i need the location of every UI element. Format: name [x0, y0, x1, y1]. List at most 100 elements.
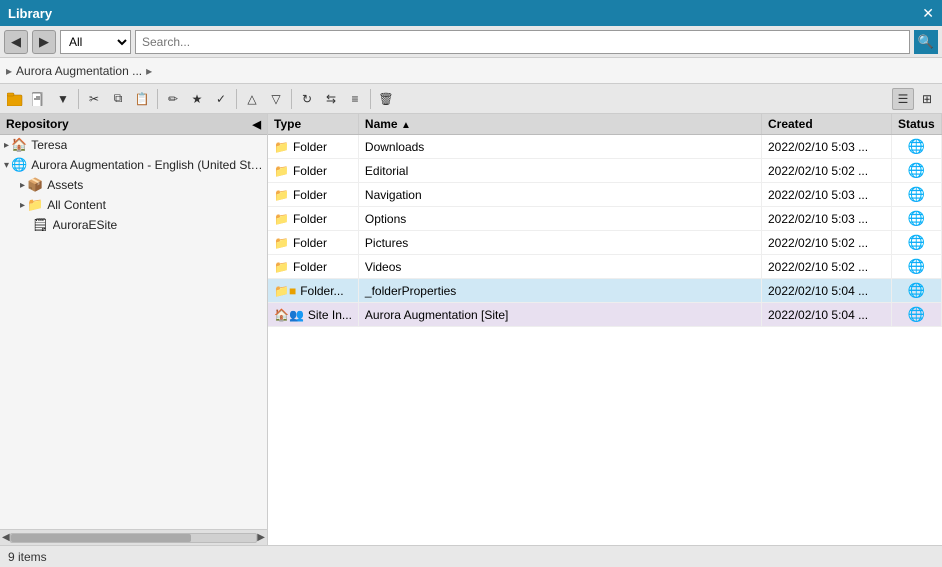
cell-created: 2022/02/10 5:03 ...	[762, 207, 892, 231]
teresa-home-icon: 🏠	[11, 137, 27, 153]
table-row[interactable]: 📁FolderPictures2022/02/10 5:02 ...🌐	[268, 231, 942, 255]
dropdown-arrow-button[interactable]: ▼	[52, 88, 74, 110]
filter-dropdown[interactable]: All Folders Assets	[60, 30, 131, 54]
scroll-right-arrow[interactable]: ▶	[257, 532, 265, 543]
sidebar-scrollbar[interactable]: ◀ ▶	[0, 529, 267, 545]
cell-type: 📁Folder	[268, 207, 358, 231]
table-row[interactable]: 📁FolderOptions2022/02/10 5:03 ...🌐	[268, 207, 942, 231]
col-header-type[interactable]: Type	[268, 114, 358, 135]
cell-name: Downloads	[358, 135, 761, 159]
cell-name: _folderProperties	[358, 279, 761, 303]
toolbar-separator-2	[157, 89, 158, 109]
status-globe-icon: 🌐	[908, 162, 925, 178]
type-icon: 📁	[274, 260, 289, 274]
content-area: Type Name ▲ Created Status 📁FolderDownlo…	[268, 114, 942, 545]
col-header-created[interactable]: Created	[762, 114, 892, 135]
paste-button[interactable]: 📋	[131, 88, 153, 110]
new-folder-button[interactable]	[4, 88, 26, 110]
table-row[interactable]: 📁FolderNavigation2022/02/10 5:03 ...🌐	[268, 183, 942, 207]
cell-created: 2022/02/10 5:02 ...	[762, 231, 892, 255]
table-row[interactable]: 🏠👥Site In...Aurora Augmentation [Site]20…	[268, 303, 942, 327]
table-row[interactable]: 📁FolderVideos2022/02/10 5:02 ...🌐	[268, 255, 942, 279]
status-globe-icon: 🌐	[908, 282, 925, 298]
table-row[interactable]: 📁FolderDownloads2022/02/10 5:03 ...🌐	[268, 135, 942, 159]
forward-button[interactable]: ▶	[32, 30, 56, 54]
next-button[interactable]: ▽	[265, 88, 287, 110]
search-button[interactable]: 🔍	[914, 30, 938, 54]
back-button[interactable]: ◀	[4, 30, 28, 54]
type-icon: 📁	[274, 212, 289, 226]
type-label: Folder	[293, 140, 327, 154]
scroll-track[interactable]	[10, 533, 258, 543]
refresh-button[interactable]: ↻	[296, 88, 318, 110]
toolbar-separator-5	[370, 89, 371, 109]
sidebar-tree: ▸ 🏠 Teresa ▾ 🌐 Aurora Augmentation - Eng…	[0, 135, 267, 529]
table-row[interactable]: 📁FolderEditorial2022/02/10 5:02 ...🌐	[268, 159, 942, 183]
cell-created: 2022/02/10 5:02 ...	[762, 255, 892, 279]
allcontent-arrow[interactable]: ▸	[20, 200, 25, 211]
cell-status: 🌐	[892, 279, 942, 303]
cut-button[interactable]: ✂	[83, 88, 105, 110]
list-view-button[interactable]: ☰	[892, 88, 914, 110]
new-item-button[interactable]	[28, 88, 50, 110]
teresa-label: Teresa	[31, 138, 67, 152]
cell-type: 📁Folder	[268, 255, 358, 279]
scroll-thumb[interactable]	[11, 534, 191, 542]
sidebar-header: Repository ◀	[0, 114, 267, 135]
status-globe-icon: 🌐	[908, 138, 925, 154]
assets-icon: 📦	[27, 177, 43, 193]
status-globe-icon: 🌐	[908, 306, 925, 322]
sidebar-collapse-button[interactable]: ◀	[253, 118, 261, 131]
search-input[interactable]	[135, 30, 910, 54]
teresa-arrow[interactable]: ▸	[4, 140, 9, 151]
col-header-name[interactable]: Name ▲	[358, 114, 761, 135]
status-globe-icon: 🌐	[908, 186, 925, 202]
sidebar-item-assets[interactable]: ▸ 📦 Assets	[0, 175, 267, 195]
copy-button[interactable]: ⧉	[107, 88, 129, 110]
view-toggle-group: ☰ ⊞	[892, 88, 938, 110]
favorite-button[interactable]: ★	[186, 88, 208, 110]
approve-button[interactable]: ✓	[210, 88, 232, 110]
grid-view-button[interactable]: ⊞	[916, 88, 938, 110]
toolbar-separator-3	[236, 89, 237, 109]
cell-name: Aurora Augmentation [Site]	[358, 303, 761, 327]
auroraEsite-label: AuroraESite	[53, 218, 118, 232]
cell-name: Pictures	[358, 231, 761, 255]
aurora-arrow[interactable]: ▾	[4, 160, 9, 171]
cell-name: Editorial	[358, 159, 761, 183]
aurora-label: Aurora Augmentation - English (United St…	[31, 158, 263, 172]
cell-type: 📁Folder	[268, 231, 358, 255]
sidebar-item-teresa[interactable]: ▸ 🏠 Teresa	[0, 135, 267, 155]
type-label: Site In...	[308, 308, 352, 322]
type-icon: 📁	[274, 188, 289, 202]
cell-type: 📁Folder	[268, 135, 358, 159]
sidebar-item-aurora[interactable]: ▾ 🌐 Aurora Augmentation - English (Unite…	[0, 155, 267, 175]
col-header-status[interactable]: Status	[892, 114, 942, 135]
breadcrumb-aurora[interactable]: Aurora Augmentation ...	[16, 64, 142, 78]
type-label: Folder...	[300, 284, 343, 298]
cell-name: Navigation	[358, 183, 761, 207]
table-row[interactable]: 📁■Folder..._folderProperties2022/02/10 5…	[268, 279, 942, 303]
status-globe-icon: 🌐	[908, 258, 925, 274]
cell-status: 🌐	[892, 183, 942, 207]
sidebar-item-allcontent[interactable]: ▸ 📁 All Content	[0, 195, 267, 215]
assets-label: Assets	[47, 178, 83, 192]
assets-arrow[interactable]: ▸	[20, 180, 25, 191]
aurora-globe-icon: 🌐	[11, 157, 27, 173]
scroll-left-arrow[interactable]: ◀	[2, 532, 10, 543]
app-title: Library	[8, 6, 52, 21]
breadcrumb-root-sep: ▸	[6, 64, 12, 78]
type-icon: 🏠👥	[274, 308, 304, 322]
delete-button[interactable]: 🗑	[375, 88, 397, 110]
sidebar-item-auroraEsite[interactable]: 🗒 AuroraESite	[0, 215, 267, 235]
sync-button[interactable]: ⇆	[320, 88, 342, 110]
close-button[interactable]: ✕	[922, 5, 934, 22]
type-label: Folder	[293, 236, 327, 250]
prev-button[interactable]: △	[241, 88, 263, 110]
options-button[interactable]: ≡	[344, 88, 366, 110]
cell-name: Options	[358, 207, 761, 231]
main-area: Repository ◀ ▸ 🏠 Teresa ▾ 🌐 Aurora Augme…	[0, 114, 942, 545]
edit-button[interactable]: ✏	[162, 88, 184, 110]
cell-type: 📁Folder	[268, 159, 358, 183]
type-label: Folder	[293, 164, 327, 178]
